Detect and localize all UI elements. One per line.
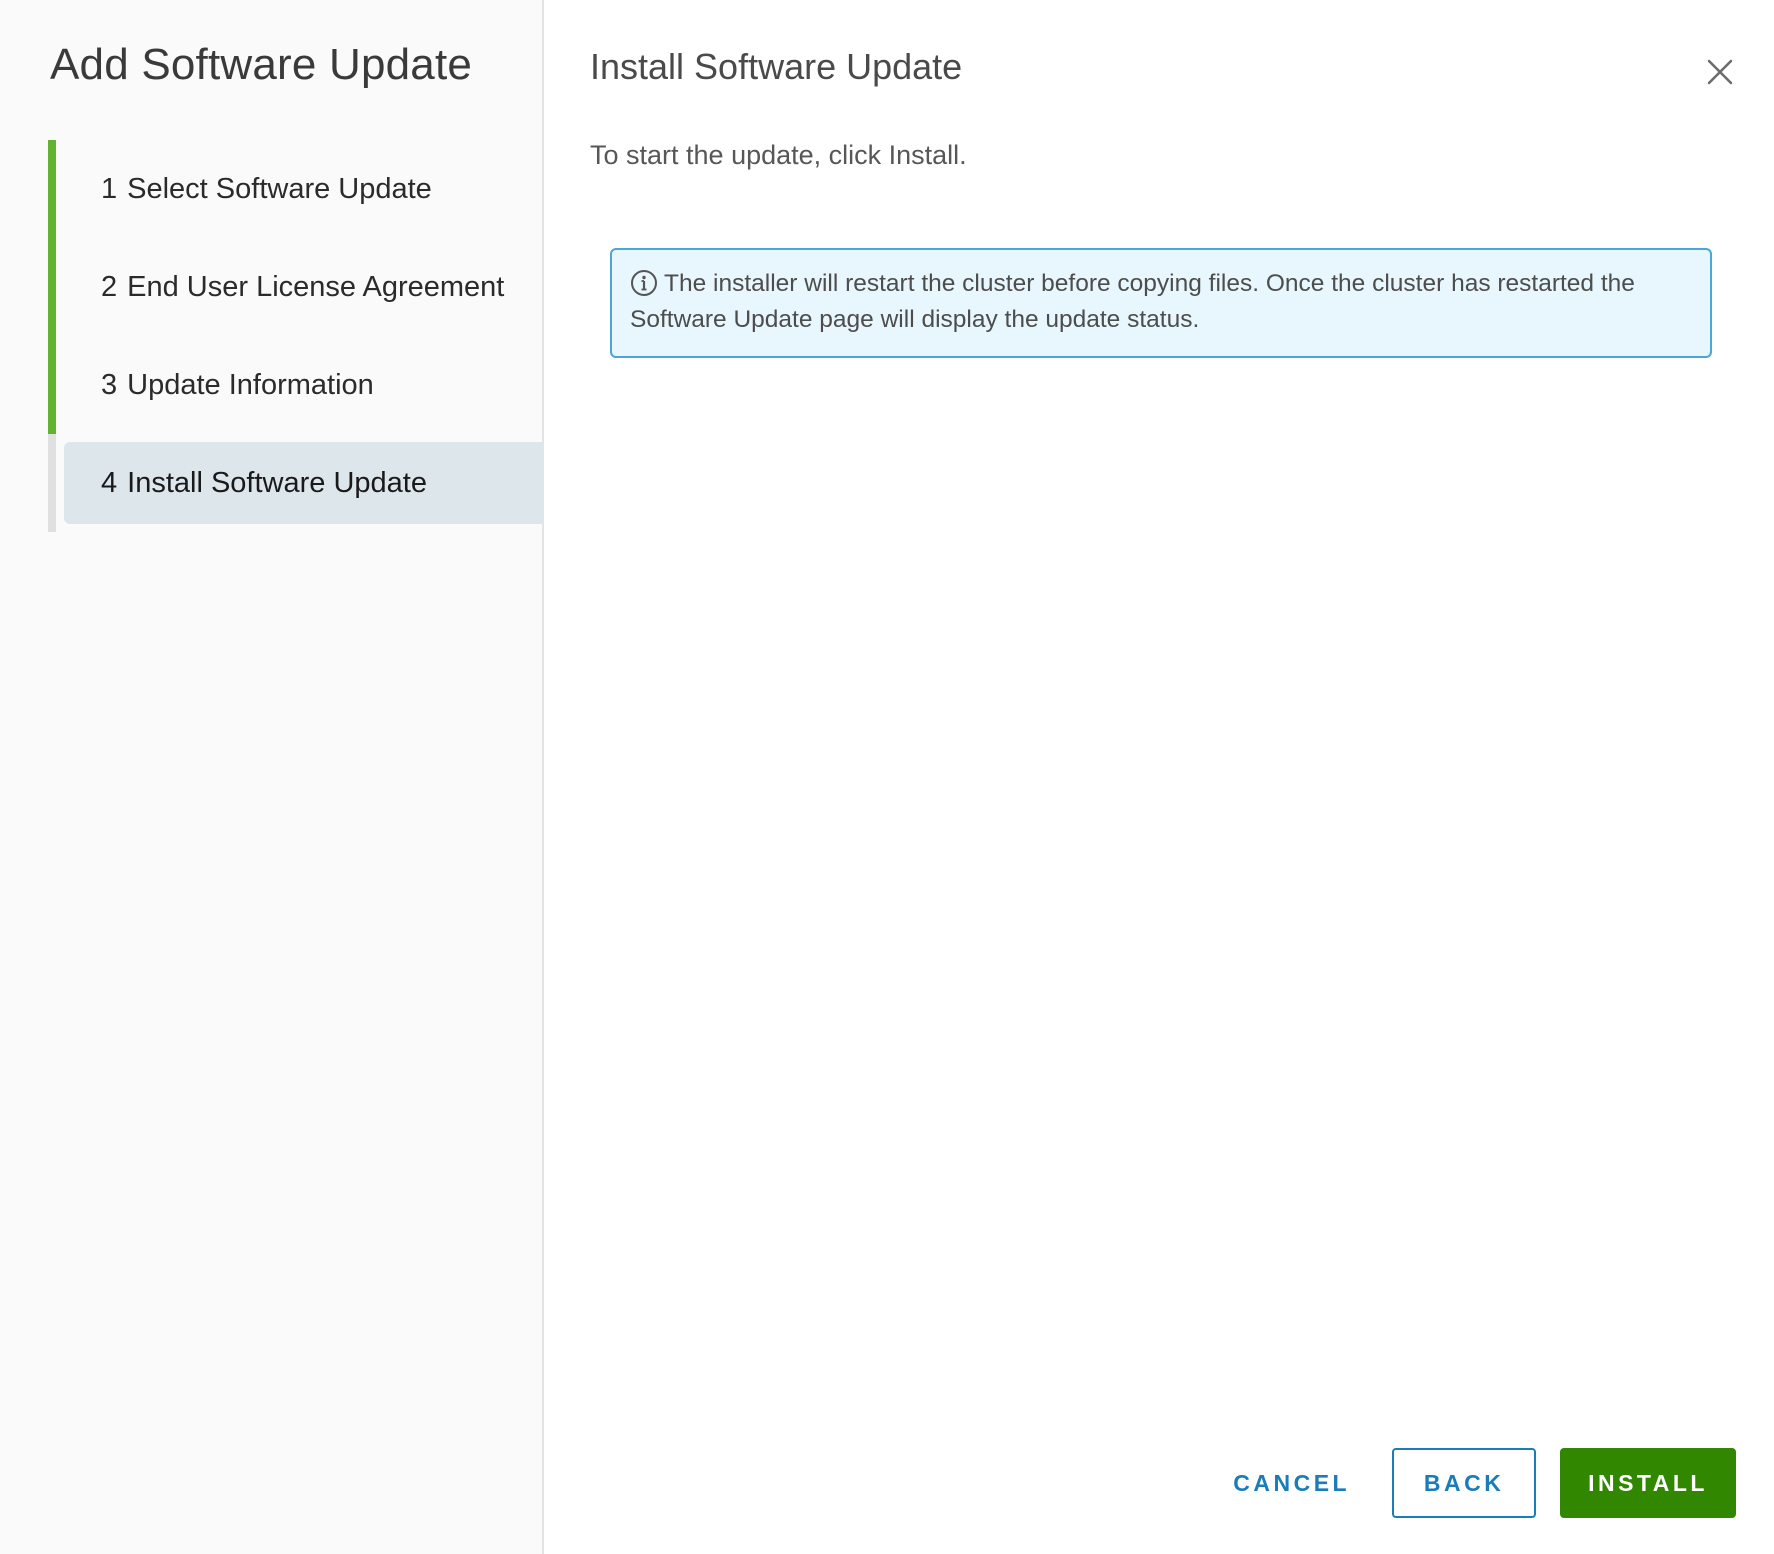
- wizard-steps: 1 Select Software Update 2 End User Lice…: [48, 140, 544, 532]
- step-label: Update Information: [127, 368, 374, 401]
- wizard-content: Install Software Update To start the upd…: [546, 0, 1774, 1554]
- info-icon: [630, 269, 658, 297]
- step-number: 4: [101, 466, 118, 499]
- step-label: Select Software Update: [127, 172, 432, 205]
- wizard-sidebar: Add Software Update 1 Select Software Up…: [0, 0, 544, 1554]
- close-icon: [1707, 59, 1733, 85]
- cancel-button[interactable]: CANCEL: [1215, 1448, 1368, 1518]
- close-button[interactable]: [1704, 56, 1736, 88]
- wizard-step-select-software-update[interactable]: 1 Select Software Update: [48, 140, 544, 238]
- wizard-step-install-software-update[interactable]: 4 Install Software Update: [48, 434, 544, 532]
- back-button[interactable]: BACK: [1392, 1448, 1537, 1518]
- wizard-step-end-user-license-agreement[interactable]: 2 End User License Agreement: [48, 238, 544, 336]
- wizard-title: Add Software Update: [50, 40, 473, 89]
- wizard-footer: CANCEL BACK INSTALL: [1215, 1448, 1736, 1518]
- add-software-update-dialog: Add Software Update 1 Select Software Up…: [0, 0, 1774, 1554]
- page-title: Install Software Update: [590, 46, 963, 87]
- wizard-step-update-information[interactable]: 3 Update Information: [48, 336, 544, 434]
- step-number: 2: [101, 270, 118, 303]
- step-label: Install Software Update: [127, 466, 427, 499]
- step-number: 1: [101, 172, 118, 205]
- alert-message: The installer will restart the cluster b…: [630, 270, 1635, 333]
- instruction-text: To start the update, click Install.: [590, 140, 967, 170]
- step-number: 3: [101, 368, 118, 401]
- install-button[interactable]: INSTALL: [1560, 1448, 1736, 1518]
- info-alert: The installer will restart the cluster b…: [610, 248, 1712, 358]
- step-label: End User License Agreement: [127, 270, 505, 303]
